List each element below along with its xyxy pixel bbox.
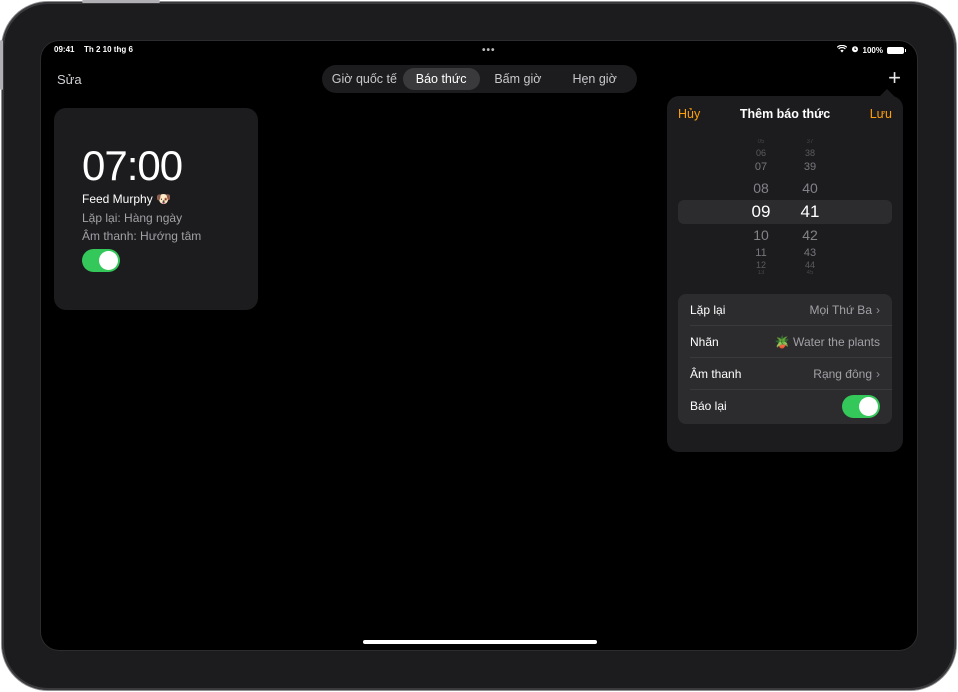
label-value[interactable]: 🪴 Water the plants — [775, 335, 880, 349]
minute-option[interactable]: 40 — [790, 180, 830, 196]
tab-alarm[interactable]: Báo thức — [402, 68, 480, 90]
cancel-button[interactable]: Hủy — [678, 107, 700, 121]
hour-option[interactable]: 07 — [741, 161, 781, 173]
minute-option[interactable]: 43 — [790, 247, 830, 259]
hour-option[interactable]: 10 — [741, 227, 781, 243]
status-right: 100% — [836, 44, 906, 55]
chevron-right-icon: › — [876, 367, 880, 381]
minute-option[interactable]: 42 — [790, 227, 830, 243]
home-indicator[interactable] — [363, 640, 597, 644]
hour-option[interactable]: 05 — [741, 139, 781, 145]
tab-world-clock[interactable]: Giờ quốc tế — [326, 68, 403, 90]
hour-option[interactable]: 13 — [741, 270, 781, 276]
tab-stopwatch[interactable]: Bấm giờ — [480, 68, 557, 90]
popover-title: Thêm báo thức — [739, 107, 831, 121]
top-button — [0, 40, 3, 90]
minute-option[interactable]: 45 — [790, 270, 830, 276]
alarm-toggle[interactable] — [82, 249, 120, 272]
sound-label: Âm thanh — [690, 367, 742, 381]
status-time: 09:41 — [54, 45, 75, 54]
time-picker[interactable]: 05 06 07 08 09 10 11 12 13 37 38 39 40 4… — [678, 139, 892, 279]
alarm-repeat: Lặp lại: Hàng ngày — [82, 211, 183, 225]
battery-icon — [887, 46, 906, 54]
snooze-label: Báo lại — [690, 399, 727, 413]
minute-option[interactable]: 44 — [790, 260, 830, 270]
repeat-label: Lặp lại — [690, 303, 726, 317]
repeat-row[interactable]: Lặp lại Mọi Thứ Ba › — [678, 294, 892, 326]
label-label: Nhãn — [690, 335, 719, 349]
popover-header: Thêm báo thức Hủy Lưu — [667, 107, 903, 123]
add-alarm-button[interactable]: + — [888, 67, 901, 89]
tab-bar: Giờ quốc tế Báo thức Bấm giờ Hẹn giờ — [322, 65, 637, 93]
alarm-sound: Âm thanh: Hướng tâm — [82, 229, 202, 243]
multitasking-dots-icon[interactable]: ••• — [482, 45, 496, 56]
save-button[interactable]: Lưu — [870, 107, 892, 121]
minute-option[interactable]: 38 — [790, 148, 830, 158]
alarm-status-icon — [851, 45, 859, 55]
wifi-icon — [836, 44, 847, 55]
label-row[interactable]: Nhãn 🪴 Water the plants — [678, 326, 892, 358]
volume-button — [82, 0, 160, 3]
minute-option[interactable]: 37 — [790, 139, 830, 145]
alarm-label: Feed Murphy 🐶 — [82, 192, 171, 206]
hour-option[interactable]: 09 — [741, 202, 781, 222]
screen: 09:41 Th 2 10 thg 6 ••• 100% Sửa Giờ quố… — [41, 41, 917, 650]
status-bar: 09:41 Th 2 10 thg 6 ••• 100% — [54, 44, 906, 57]
add-alarm-popover: Thêm báo thức Hủy Lưu 05 06 07 08 09 10 … — [667, 89, 903, 452]
status-date: Th 2 10 thg 6 — [84, 45, 133, 54]
alarm-time: 07:00 — [82, 142, 183, 189]
edit-button[interactable]: Sửa — [57, 72, 82, 87]
repeat-value: Mọi Thứ Ba — [809, 303, 872, 317]
minute-option[interactable]: 41 — [790, 202, 830, 222]
battery-percent: 100% — [862, 45, 883, 55]
sound-value: Rạng đông — [813, 367, 872, 381]
hour-option[interactable]: 08 — [741, 180, 781, 196]
sound-row[interactable]: Âm thanh Rạng đông › — [678, 358, 892, 390]
alarm-card[interactable]: 07:00 Feed Murphy 🐶 Lặp lại: Hàng ngày Â… — [54, 108, 258, 310]
snooze-toggle[interactable] — [842, 395, 880, 418]
toggle-knob — [99, 251, 118, 270]
toggle-knob — [859, 397, 878, 416]
chevron-right-icon: › — [876, 303, 880, 317]
hour-option[interactable]: 06 — [741, 148, 781, 158]
hour-option[interactable]: 11 — [741, 247, 781, 259]
minute-option[interactable]: 39 — [790, 161, 830, 173]
picker-selection-band — [678, 200, 892, 224]
alarm-options-list: Lặp lại Mọi Thứ Ba › Nhãn 🪴 Water the pla… — [678, 294, 892, 424]
tab-timer[interactable]: Hẹn giờ — [556, 68, 633, 90]
snooze-row: Báo lại — [678, 390, 892, 422]
hour-option[interactable]: 12 — [741, 260, 781, 270]
